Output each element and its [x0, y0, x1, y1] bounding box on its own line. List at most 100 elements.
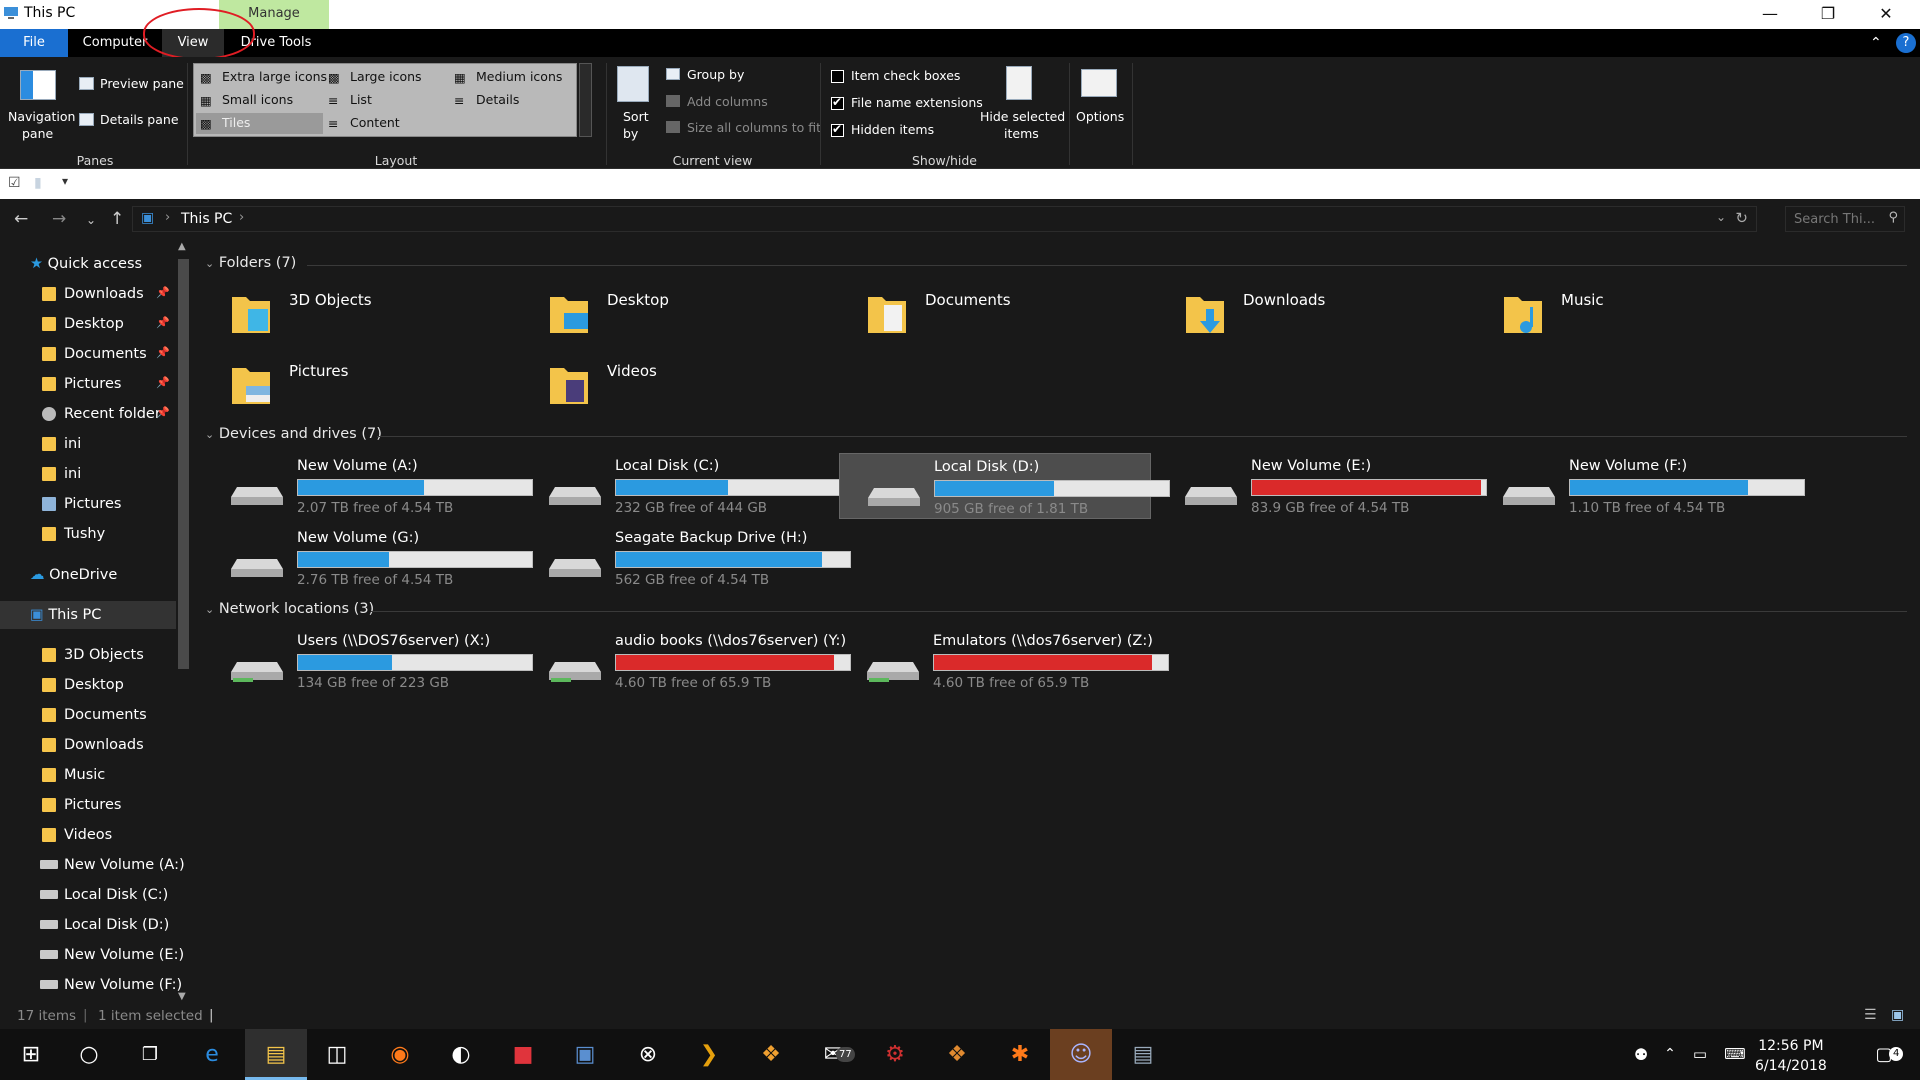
app-red-icon[interactable]: ■ [492, 1029, 554, 1080]
sidebar-item-pictures[interactable]: Pictures [40, 791, 121, 819]
back-icon[interactable]: ← [14, 209, 28, 229]
sidebar-item-ini[interactable]: ini [40, 430, 81, 458]
edge-browser-icon[interactable]: e [181, 1029, 243, 1080]
clock[interactable]: 12:56 PM 6/14/2018 [1755, 1036, 1827, 1076]
sidebar-item-tushy[interactable]: Tushy [40, 520, 105, 548]
hide-selected-label-2[interactable]: items [1004, 126, 1039, 141]
navigation-pane-label[interactable]: Navigation [8, 109, 75, 124]
cube-app-2-icon[interactable]: ❖ [926, 1029, 988, 1080]
sidebar-item-3d-objects[interactable]: 3D Objects [40, 641, 144, 669]
sort-by-label-2[interactable]: by [623, 126, 638, 141]
item-check-boxes-checkbox[interactable] [831, 70, 844, 83]
large-icons-view-icon[interactable]: ▣ [1891, 1007, 1904, 1023]
new-folder-icon[interactable]: ▮ [34, 175, 42, 191]
pin-icon[interactable]: 📌 [156, 346, 170, 359]
sidebar-item-documents[interactable]: Documents [40, 701, 147, 729]
keyboard-tray-icon[interactable]: ⌨ [1718, 1029, 1752, 1080]
recent-locations-icon[interactable]: ⌄ [86, 213, 96, 227]
action-center-icon[interactable]: ▢ 4 [1853, 1029, 1915, 1080]
breadcrumb-this-pc[interactable]: This PC [181, 211, 232, 227]
firefox-icon[interactable]: ◉ [369, 1029, 431, 1080]
tab-file[interactable]: File [0, 29, 68, 57]
sidebar-item-local-disk-c[interactable]: Local Disk (C:) [40, 881, 168, 909]
breadcrumb-chevron-icon[interactable]: › [239, 210, 244, 225]
drive-tile[interactable]: Local Disk (C:) 232 GB free of 444 GB [521, 453, 851, 519]
search-icon[interactable]: ⚲ [1888, 210, 1898, 225]
folder-tile-desktop[interactable]: Desktop [513, 281, 823, 341]
drive-tile[interactable]: New Volume (G:) 2.76 TB free of 4.54 TB [203, 525, 533, 591]
tab-computer[interactable]: Computer [80, 29, 150, 57]
sidebar-item-pictures[interactable]: Pictures [40, 490, 121, 518]
scroll-down-icon[interactable]: ▼ [178, 991, 186, 1002]
sidebar-item-pictures[interactable]: Pictures [40, 370, 121, 398]
app-window-icon[interactable]: ▤ [1112, 1029, 1174, 1080]
show-hidden-icons[interactable]: ⌃ [1655, 1029, 1685, 1080]
help-icon[interactable]: ? [1896, 33, 1916, 53]
pin-icon[interactable]: 📌 [156, 406, 170, 419]
app-network-icon[interactable]: ▣ [554, 1029, 616, 1080]
file-name-extensions-checkbox[interactable] [831, 95, 844, 110]
sidebar-item-new-volume-e[interactable]: New Volume (E:) [40, 941, 184, 969]
search-input[interactable]: Search Thi... ⚲ [1785, 206, 1905, 232]
network-group-header[interactable]: ⌄ Network locations (3) [205, 601, 374, 617]
layout-small[interactable]: Small icons [222, 92, 293, 107]
refresh-icon[interactable]: ↻ [1735, 209, 1748, 227]
network-tray-icon[interactable]: ▭ [1685, 1029, 1715, 1080]
app-c-icon[interactable]: ◐ [430, 1029, 492, 1080]
folder-tile-pictures[interactable]: Pictures [195, 352, 505, 412]
sidebar-item-new-volume-f[interactable]: New Volume (F:) [40, 971, 182, 999]
store-icon[interactable]: ◫ [306, 1029, 368, 1080]
folder-tile-documents[interactable]: Documents [831, 281, 1141, 341]
sidebar-item-quick-access[interactable]: ★ Quick access [30, 250, 142, 278]
sidebar-item-videos[interactable]: Videos [40, 821, 112, 849]
folder-tile-3d-objects[interactable]: 3D Objects [195, 281, 505, 341]
drive-tile[interactable]: Seagate Backup Drive (H:) 562 GB free of … [521, 525, 851, 591]
drive-tile[interactable]: New Volume (F:) 1.10 TB free of 4.54 TB [1475, 453, 1805, 519]
layout-list[interactable]: List [350, 92, 372, 107]
sidebar-item-documents[interactable]: Documents [40, 340, 147, 368]
folder-tile-downloads[interactable]: Downloads [1149, 281, 1459, 341]
sidebar-item-recent-folder[interactable]: Recent folder [40, 400, 161, 428]
customize-toolbar-icon[interactable]: ▾ [62, 174, 68, 188]
address-bar[interactable]: ▣ › This PC › ⌄ ↻ [132, 206, 1757, 232]
navigation-pane-icon[interactable] [20, 70, 56, 100]
plex-icon[interactable]: ❯ [678, 1029, 740, 1080]
drive-tile[interactable]: New Volume (A:) 2.07 TB free of 4.54 TB [203, 453, 533, 519]
size-all-columns-button[interactable]: Size all columns to fit [687, 120, 821, 135]
layout-tiles[interactable]: Tiles [222, 115, 250, 130]
discord-icon[interactable]: ☺ [1050, 1029, 1112, 1080]
details-view-icon[interactable]: ☰ [1864, 1007, 1877, 1023]
sidebar-item-onedrive[interactable]: ☁ OneDrive [30, 561, 117, 589]
hidden-items-checkbox[interactable] [831, 122, 844, 137]
minimize-button[interactable]: — [1741, 0, 1799, 29]
properties-icon[interactable]: ☑ [8, 175, 21, 191]
app-gear-red-icon[interactable]: ⚙ [864, 1029, 926, 1080]
cube-app-icon[interactable]: ❖ [740, 1029, 802, 1080]
pin-icon[interactable]: 📌 [156, 286, 170, 299]
drives-group-header[interactable]: ⌄ Devices and drives (7) [205, 426, 382, 442]
sort-by-label[interactable]: Sort [623, 109, 649, 124]
add-columns-button[interactable]: Add columns [687, 94, 768, 109]
drive-tile[interactable]: New Volume (E:) 83.9 GB free of 4.54 TB [1157, 453, 1487, 519]
sidebar-scrollbar[interactable]: ▲ ▼ [176, 241, 191, 1007]
folders-group-header[interactable]: ⌄ Folders (7) [205, 255, 296, 271]
cortana-icon[interactable]: ○ [58, 1029, 120, 1080]
hide-selected-icon[interactable] [1006, 66, 1032, 100]
app-asterisk-icon[interactable]: ✱ [989, 1029, 1051, 1080]
restore-button[interactable]: ❐ [1799, 0, 1857, 29]
file-explorer-icon[interactable]: ▤ [245, 1029, 307, 1080]
address-dropdown-icon[interactable]: ⌄ [1716, 210, 1726, 224]
network-drive-tile[interactable]: audio books (\\dos76server) (Y:) 4.60 TB … [521, 628, 851, 694]
sidebar-item-local-disk-d[interactable]: Local Disk (D:) [40, 911, 169, 939]
scroll-up-icon[interactable]: ▲ [178, 241, 186, 252]
up-icon[interactable]: ↑ [110, 209, 124, 229]
breadcrumb-chevron-icon[interactable]: › [165, 210, 170, 225]
layout-extra-large[interactable]: Extra large icons [222, 69, 327, 84]
hide-selected-label[interactable]: Hide selected [980, 109, 1065, 124]
pin-icon[interactable]: 📌 [156, 376, 170, 389]
navigation-pane-label-2[interactable]: pane [22, 126, 53, 141]
layout-gallery-scroll[interactable] [579, 63, 592, 137]
preview-pane-button[interactable]: Preview pane [100, 76, 184, 91]
layout-content[interactable]: Content [350, 115, 400, 130]
options-icon[interactable] [1081, 69, 1117, 97]
